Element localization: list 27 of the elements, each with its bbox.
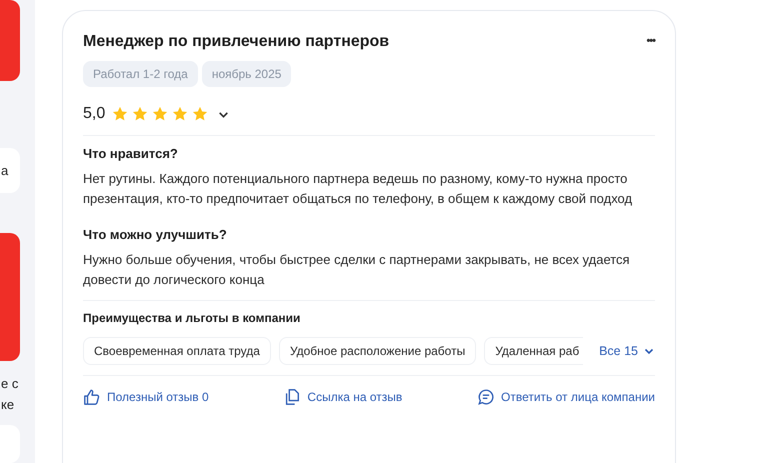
chat-icon[interactable]	[477, 388, 496, 406]
show-all-button[interactable]: Все 15	[599, 344, 655, 358]
copy-link-button[interactable]: Ссылка на отзыв	[283, 388, 402, 406]
benefit-chip: Удаленная раб	[484, 337, 584, 365]
section-text: Нужно больше обучения, чтобы быстрее сделки с партнерами закрывать, не всех удается довести до логического конца	[83, 251, 631, 289]
reply-button[interactable]: Ответить от лица компании	[477, 388, 655, 406]
star-icon	[131, 105, 150, 123]
benefit-chip: Своевременная оплата труда	[83, 337, 271, 365]
star-icon	[171, 105, 190, 123]
review-title: Менеджер по привлечению партнеров	[83, 33, 390, 51]
benefits-heading: Преимущества и льготы в компании	[83, 311, 302, 325]
rating-value: 5,0	[83, 105, 106, 123]
section-heading: Что можно улучшить?	[83, 227, 228, 242]
tag: ноябрь 2025	[202, 61, 292, 87]
side-card[interactable]: а	[0, 148, 20, 194]
star-icon	[151, 105, 170, 123]
thumbs-up-icon[interactable]	[83, 388, 101, 406]
star-icon	[191, 105, 210, 123]
section-text: Нет рутины. Каждого потенциального партнера ведешь по разному, кому-то нужна просто презентация, кто-то предпочитает общаться по телефону, в общем к каждому свой подход	[83, 170, 634, 208]
tag: Работал 1-2 года	[83, 61, 198, 87]
side-text: е с ке	[1, 375, 20, 414]
benefit-chip: Удобное расположение работы	[278, 337, 476, 365]
more-button[interactable]: •••	[646, 35, 655, 47]
star-icon	[111, 105, 130, 123]
section-heading: Что нравится?	[83, 146, 179, 161]
useful-button[interactable]: Полезный отзыв 0	[83, 388, 209, 406]
copy-icon[interactable]	[283, 388, 302, 406]
